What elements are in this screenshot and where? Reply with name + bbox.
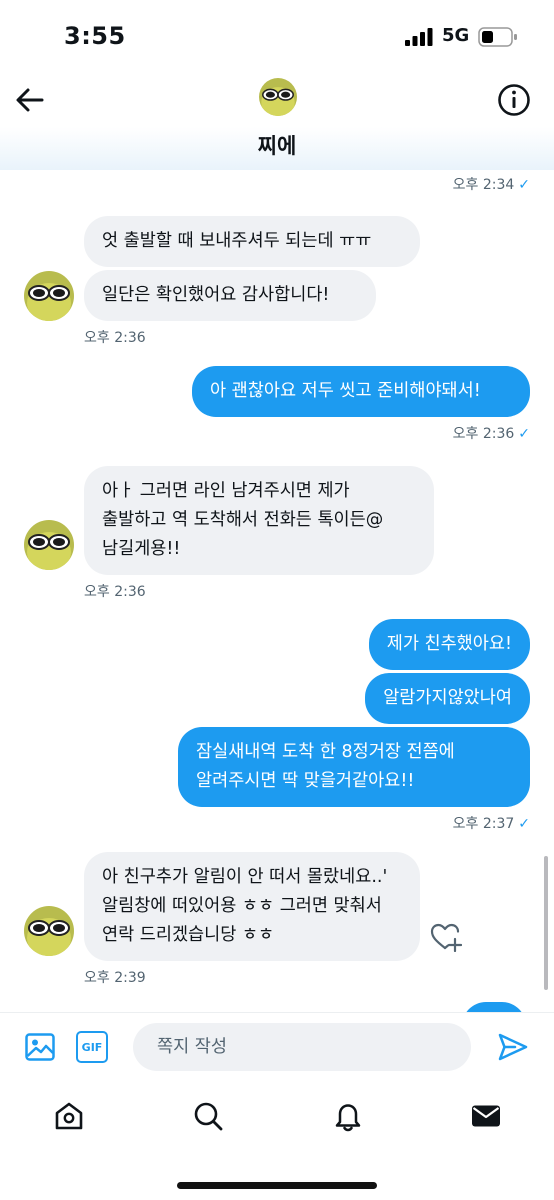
signal-icon: [405, 28, 433, 46]
contact-avatar[interactable]: [259, 78, 297, 116]
status-bar: 3:55 5G: [0, 0, 554, 74]
message-timestamp: 오후 2:34 ✓: [452, 177, 530, 193]
message-bubble[interactable]: 엇 출발할 때 보내주셔두 되는데 ㅠㅠ: [84, 216, 420, 267]
message-bubble[interactable]: 일단은 확인했어요 감사합니다!: [84, 270, 376, 321]
sender-avatar[interactable]: [24, 906, 74, 956]
status-time: 3:55: [64, 22, 126, 50]
message-timestamp: 오후 2:36: [84, 330, 146, 346]
read-check-icon: ✓: [518, 816, 530, 832]
message-list[interactable]: 오후 2:34 ✓ 엇 출발할 때 보내주셔두 되는데 ㅠㅠ 일단은 확인했어요 …: [0, 170, 554, 1012]
message-bubble[interactable]: 아 친구추가 알림이 안 떠서 몰랐네요..' 알림창에 떠있어용 ㅎㅎ 그러면…: [84, 852, 420, 961]
message-group-outgoing: 오후 2:34 ✓: [453, 174, 530, 194]
network-type: 5G: [442, 25, 470, 46]
scrollbar[interactable]: [544, 856, 548, 990]
message-group-incoming: 아 친구추가 알림이 안 떠서 몰랐네요..' 알림창에 떠있어용 ㅎㅎ 그러면…: [84, 852, 420, 987]
message-group-outgoing: 아 괜찮아요 저두 씻고 준비해야돼서! 오후 2:36 ✓: [192, 366, 530, 443]
message-bubble[interactable]: 아 괜찮아요 저두 씻고 준비해야돼서!: [192, 366, 530, 417]
message-bubble[interactable]: 제가 친추했아요!: [368, 619, 530, 670]
search-icon[interactable]: [192, 1100, 224, 1132]
message-group-outgoing: 제가 친추했아요! 알람가지않았나여 잠실새내역 도착 한 8정거장 전쯤에 알…: [178, 619, 530, 833]
read-check-icon: ✓: [518, 177, 530, 193]
message-input[interactable]: [133, 1023, 471, 1071]
message-bubble-partial: [462, 1002, 526, 1012]
mail-icon[interactable]: [470, 1100, 502, 1132]
send-icon[interactable]: [497, 1031, 529, 1063]
message-timestamp: 오후 2:39: [84, 970, 146, 986]
home-indicator[interactable]: [177, 1182, 377, 1189]
arrow-left-icon[interactable]: [14, 84, 46, 116]
conversation-header: 찌에: [0, 74, 554, 170]
message-group-incoming: 아ㅏ 그러면 라인 남겨주시면 제가 출발하고 역 도착해서 전화든 톡이든@남…: [84, 466, 434, 601]
message-timestamp: 오후 2:37 ✓: [452, 816, 530, 832]
sender-avatar[interactable]: [24, 271, 74, 321]
message-timestamp: 오후 2:36 ✓: [452, 426, 530, 442]
heart-plus-icon[interactable]: [430, 922, 462, 952]
message-group-incoming: 엇 출발할 때 보내주셔두 되는데 ㅠㅠ 일단은 확인했어요 감사합니다! 오후…: [84, 216, 420, 347]
message-composer: GIF: [0, 1012, 554, 1082]
bottom-nav: [0, 1082, 554, 1200]
home-icon[interactable]: [53, 1100, 85, 1132]
message-bubble[interactable]: 잠실새내역 도착 한 8정거장 전쯤에 알려주시면 딱 맞을거같아요!!: [178, 727, 530, 807]
info-icon[interactable]: [497, 83, 531, 117]
gif-icon[interactable]: GIF: [76, 1031, 108, 1063]
bell-icon[interactable]: [332, 1100, 364, 1132]
battery-icon: [478, 27, 517, 47]
image-icon[interactable]: [24, 1031, 56, 1063]
message-timestamp: 오후 2:36: [84, 584, 146, 600]
read-check-icon: ✓: [518, 426, 530, 442]
sender-avatar[interactable]: [24, 520, 74, 570]
message-bubble[interactable]: 아ㅏ 그러면 라인 남겨주시면 제가 출발하고 역 도착해서 전화든 톡이든@남…: [84, 466, 434, 575]
message-bubble[interactable]: 알람가지않았나여: [365, 673, 530, 724]
contact-name[interactable]: 찌에: [0, 130, 554, 160]
